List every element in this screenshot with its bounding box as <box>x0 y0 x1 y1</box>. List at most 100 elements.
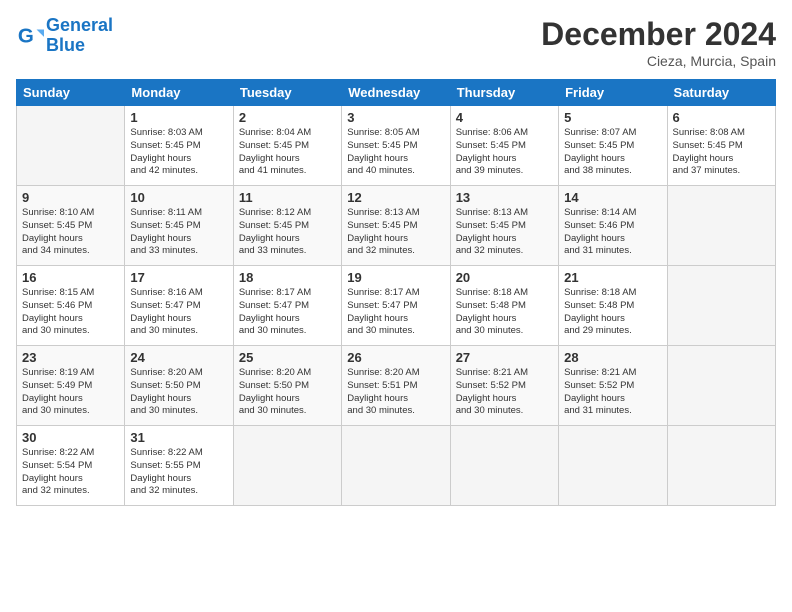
day-cell-28: 28 Sunrise: 8:21 AMSunset: 5:52 PMDaylig… <box>559 346 667 426</box>
day-info: Sunrise: 8:15 AMSunset: 5:46 PMDaylight … <box>22 287 94 336</box>
day-number: 28 <box>564 350 661 365</box>
empty-cell <box>667 346 775 426</box>
day-cell-18: 18 Sunrise: 8:17 AMSunset: 5:47 PMDaylig… <box>233 266 341 346</box>
calendar-table: SundayMondayTuesdayWednesdayThursdayFrid… <box>16 79 776 506</box>
calendar-week-3: 23 Sunrise: 8:19 AMSunset: 5:49 PMDaylig… <box>17 346 776 426</box>
day-header-monday: Monday <box>125 80 233 106</box>
day-info: Sunrise: 8:20 AMSunset: 5:50 PMDaylight … <box>239 367 311 416</box>
day-cell-23: 23 Sunrise: 8:19 AMSunset: 5:49 PMDaylig… <box>17 346 125 426</box>
day-cell-11: 11 Sunrise: 8:12 AMSunset: 5:45 PMDaylig… <box>233 186 341 266</box>
empty-cell <box>342 426 450 506</box>
day-info: Sunrise: 8:21 AMSunset: 5:52 PMDaylight … <box>564 367 636 416</box>
day-info: Sunrise: 8:10 AMSunset: 5:45 PMDaylight … <box>22 207 94 256</box>
empty-cell <box>667 186 775 266</box>
day-cell-10: 10 Sunrise: 8:11 AMSunset: 5:45 PMDaylig… <box>125 186 233 266</box>
svg-text:G: G <box>18 24 34 47</box>
day-number: 25 <box>239 350 336 365</box>
day-cell-20: 20 Sunrise: 8:18 AMSunset: 5:48 PMDaylig… <box>450 266 558 346</box>
day-header-thursday: Thursday <box>450 80 558 106</box>
day-cell-17: 17 Sunrise: 8:16 AMSunset: 5:47 PMDaylig… <box>125 266 233 346</box>
day-number: 20 <box>456 270 553 285</box>
day-number: 16 <box>22 270 119 285</box>
day-cell-6: 6 Sunrise: 8:08 AMSunset: 5:45 PMDayligh… <box>667 106 775 186</box>
logo: G General Blue <box>16 16 113 56</box>
day-number: 10 <box>130 190 227 205</box>
day-info: Sunrise: 8:19 AMSunset: 5:49 PMDaylight … <box>22 367 94 416</box>
day-header-saturday: Saturday <box>667 80 775 106</box>
day-header-sunday: Sunday <box>17 80 125 106</box>
day-number: 24 <box>130 350 227 365</box>
day-number: 3 <box>347 110 444 125</box>
day-cell-12: 12 Sunrise: 8:13 AMSunset: 5:45 PMDaylig… <box>342 186 450 266</box>
day-info: Sunrise: 8:17 AMSunset: 5:47 PMDaylight … <box>347 287 419 336</box>
day-cell-13: 13 Sunrise: 8:13 AMSunset: 5:45 PMDaylig… <box>450 186 558 266</box>
empty-cell <box>559 426 667 506</box>
day-info: Sunrise: 8:21 AMSunset: 5:52 PMDaylight … <box>456 367 528 416</box>
day-cell-2: 2 Sunrise: 8:04 AMSunset: 5:45 PMDayligh… <box>233 106 341 186</box>
day-info: Sunrise: 8:20 AMSunset: 5:51 PMDaylight … <box>347 367 419 416</box>
day-cell-3: 3 Sunrise: 8:05 AMSunset: 5:45 PMDayligh… <box>342 106 450 186</box>
month-title: December 2024 <box>541 16 776 53</box>
day-info: Sunrise: 8:12 AMSunset: 5:45 PMDaylight … <box>239 207 311 256</box>
title-block: December 2024 Cieza, Murcia, Spain <box>541 16 776 69</box>
day-cell-21: 21 Sunrise: 8:18 AMSunset: 5:48 PMDaylig… <box>559 266 667 346</box>
day-cell-9: 9 Sunrise: 8:10 AMSunset: 5:45 PMDayligh… <box>17 186 125 266</box>
day-cell-30: 30 Sunrise: 8:22 AMSunset: 5:54 PMDaylig… <box>17 426 125 506</box>
day-cell-5: 5 Sunrise: 8:07 AMSunset: 5:45 PMDayligh… <box>559 106 667 186</box>
day-info: Sunrise: 8:22 AMSunset: 5:55 PMDaylight … <box>130 447 202 496</box>
calendar-week-0: 1 Sunrise: 8:03 AMSunset: 5:45 PMDayligh… <box>17 106 776 186</box>
day-cell-4: 4 Sunrise: 8:06 AMSunset: 5:45 PMDayligh… <box>450 106 558 186</box>
day-header-wednesday: Wednesday <box>342 80 450 106</box>
empty-cell <box>667 426 775 506</box>
day-number: 13 <box>456 190 553 205</box>
day-info: Sunrise: 8:18 AMSunset: 5:48 PMDaylight … <box>456 287 528 336</box>
empty-cell <box>667 266 775 346</box>
day-info: Sunrise: 8:20 AMSunset: 5:50 PMDaylight … <box>130 367 202 416</box>
day-info: Sunrise: 8:11 AMSunset: 5:45 PMDaylight … <box>130 207 202 256</box>
day-number: 14 <box>564 190 661 205</box>
day-info: Sunrise: 8:08 AMSunset: 5:45 PMDaylight … <box>673 127 745 176</box>
day-number: 1 <box>130 110 227 125</box>
day-info: Sunrise: 8:07 AMSunset: 5:45 PMDaylight … <box>564 127 636 176</box>
day-number: 31 <box>130 430 227 445</box>
day-cell-27: 27 Sunrise: 8:21 AMSunset: 5:52 PMDaylig… <box>450 346 558 426</box>
day-info: Sunrise: 8:03 AMSunset: 5:45 PMDaylight … <box>130 127 202 176</box>
calendar-week-4: 30 Sunrise: 8:22 AMSunset: 5:54 PMDaylig… <box>17 426 776 506</box>
day-cell-16: 16 Sunrise: 8:15 AMSunset: 5:46 PMDaylig… <box>17 266 125 346</box>
empty-cell <box>17 106 125 186</box>
day-info: Sunrise: 8:18 AMSunset: 5:48 PMDaylight … <box>564 287 636 336</box>
day-number: 27 <box>456 350 553 365</box>
day-number: 5 <box>564 110 661 125</box>
logo-general: General <box>46 15 113 35</box>
day-number: 19 <box>347 270 444 285</box>
day-number: 17 <box>130 270 227 285</box>
calendar-header: G General Blue December 2024 Cieza, Murc… <box>16 16 776 69</box>
day-number: 18 <box>239 270 336 285</box>
empty-cell <box>233 426 341 506</box>
day-number: 2 <box>239 110 336 125</box>
day-info: Sunrise: 8:06 AMSunset: 5:45 PMDaylight … <box>456 127 528 176</box>
day-cell-31: 31 Sunrise: 8:22 AMSunset: 5:55 PMDaylig… <box>125 426 233 506</box>
calendar-body: 1 Sunrise: 8:03 AMSunset: 5:45 PMDayligh… <box>17 106 776 506</box>
day-cell-25: 25 Sunrise: 8:20 AMSunset: 5:50 PMDaylig… <box>233 346 341 426</box>
day-number: 9 <box>22 190 119 205</box>
day-cell-26: 26 Sunrise: 8:20 AMSunset: 5:51 PMDaylig… <box>342 346 450 426</box>
day-info: Sunrise: 8:13 AMSunset: 5:45 PMDaylight … <box>347 207 419 256</box>
day-number: 11 <box>239 190 336 205</box>
day-info: Sunrise: 8:14 AMSunset: 5:46 PMDaylight … <box>564 207 636 256</box>
day-number: 23 <box>22 350 119 365</box>
empty-cell <box>450 426 558 506</box>
day-info: Sunrise: 8:17 AMSunset: 5:47 PMDaylight … <box>239 287 311 336</box>
day-cell-24: 24 Sunrise: 8:20 AMSunset: 5:50 PMDaylig… <box>125 346 233 426</box>
calendar-week-1: 9 Sunrise: 8:10 AMSunset: 5:45 PMDayligh… <box>17 186 776 266</box>
logo-blue: Blue <box>46 35 85 55</box>
calendar-header-row: SundayMondayTuesdayWednesdayThursdayFrid… <box>17 80 776 106</box>
day-header-friday: Friday <box>559 80 667 106</box>
calendar-week-2: 16 Sunrise: 8:15 AMSunset: 5:46 PMDaylig… <box>17 266 776 346</box>
day-info: Sunrise: 8:05 AMSunset: 5:45 PMDaylight … <box>347 127 419 176</box>
day-cell-19: 19 Sunrise: 8:17 AMSunset: 5:47 PMDaylig… <box>342 266 450 346</box>
day-number: 30 <box>22 430 119 445</box>
day-info: Sunrise: 8:13 AMSunset: 5:45 PMDaylight … <box>456 207 528 256</box>
logo-icon: G <box>16 22 44 50</box>
day-number: 21 <box>564 270 661 285</box>
